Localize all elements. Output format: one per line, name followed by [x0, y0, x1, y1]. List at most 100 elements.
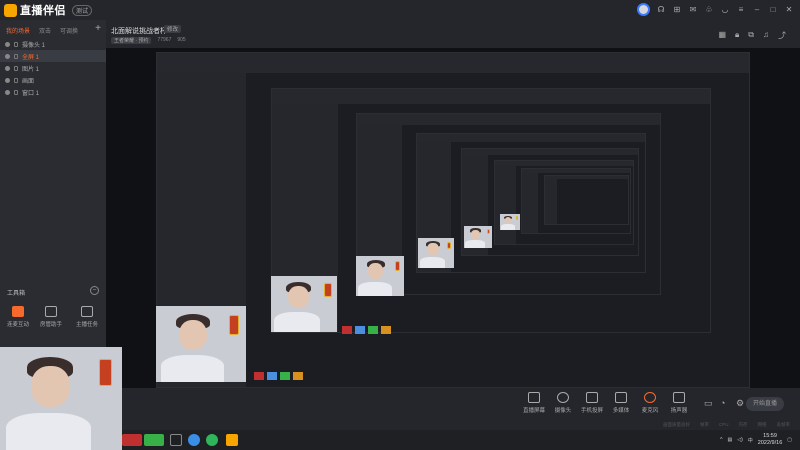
tool-label: 主播任务: [75, 322, 98, 328]
network-icon[interactable]: ▤: [728, 437, 733, 443]
source-label: 摄像头 1: [22, 42, 46, 49]
clock[interactable]: 15:59 2022/9/16: [758, 433, 782, 447]
mail-icon[interactable]: ✉: [688, 5, 698, 15]
ime-icon[interactable]: 中: [748, 437, 753, 444]
source-label: 画面: [22, 78, 35, 85]
screen-capture-button[interactable]: 直播屏幕: [519, 392, 549, 414]
title-bar: 直播伴侣 测试 ☊ ⊞ ✉ ♧ ◡ ≡ – □ ✕: [0, 0, 800, 20]
game-icon[interactable]: [122, 434, 142, 446]
webcam-preview: [156, 306, 246, 382]
live-preview[interactable]: [106, 48, 800, 388]
tool-label: 摄像头: [554, 408, 572, 414]
game-icon-2[interactable]: [144, 434, 164, 446]
source-list: 摄像头 1 全屏 1 图片 1 画面 窗口 1: [0, 38, 106, 98]
volume-icon[interactable]: ◁): [737, 437, 743, 443]
settings-icon[interactable]: ⚙: [736, 398, 744, 409]
headset-icon[interactable]: ☊: [656, 5, 666, 15]
streamer-webcam: [0, 347, 122, 450]
lock-icon[interactable]: 🔒︎: [735, 30, 739, 41]
wifi-icon[interactable]: ◡: [720, 5, 730, 15]
edge-icon[interactable]: [188, 434, 200, 446]
version-badge: 测试: [72, 4, 93, 16]
clock-date: 2022/9/16: [757, 440, 783, 446]
tool-label: 手机投屏: [580, 408, 603, 414]
tool-label: 扬声器: [670, 408, 688, 414]
minimize-icon[interactable]: –: [752, 5, 762, 15]
layout-icon[interactable]: ▦: [718, 30, 726, 41]
eye-icon[interactable]: [5, 65, 10, 71]
gift-icon[interactable]: ⊞: [672, 5, 682, 15]
tool-tasks[interactable]: 主播任务: [72, 306, 102, 328]
tab-scene-2[interactable]: 双击: [39, 26, 51, 35]
app-taskbar-icon[interactable]: [226, 434, 238, 446]
wechat-icon[interactable]: [206, 434, 218, 446]
eye-icon[interactable]: [5, 77, 10, 83]
logo-icon: [4, 3, 17, 17]
microphone-icon: [644, 392, 656, 403]
status-bar: 画面质量良好 帧率 CPU 内存 网络 丢帧率: [663, 422, 790, 428]
settings-icon[interactable]: ≡: [736, 5, 746, 15]
timer-icon[interactable]: ◔: [720, 398, 725, 408]
microphone-button[interactable]: 麦克风: [635, 392, 665, 414]
eye-icon[interactable]: [5, 89, 10, 95]
source-label: 全屏 1: [22, 54, 40, 61]
status-item: 丢帧率: [776, 422, 791, 427]
start-live-button[interactable]: 开始直播: [746, 397, 784, 411]
webcam-preview-nested: [356, 256, 404, 296]
camera-icon: [557, 392, 569, 403]
status-item: 网络: [757, 422, 767, 427]
add-scene-icon[interactable]: +: [95, 23, 101, 34]
tool-room-admin[interactable]: 房管助手: [36, 306, 66, 328]
copy-icon[interactable]: ⧉: [748, 30, 754, 41]
room-title: 北面解说挑战者杯: [111, 28, 167, 35]
media-button[interactable]: 多媒体: [606, 392, 636, 414]
tasks-icon: [81, 306, 93, 317]
phone-cast-button[interactable]: 手机投屏: [577, 392, 607, 414]
nested-window-8: [544, 175, 629, 225]
lock-icon[interactable]: [14, 65, 18, 71]
camera-button[interactable]: 摄像头: [548, 392, 578, 414]
record-icon[interactable]: ▭: [704, 398, 713, 409]
hot-count: 905: [177, 37, 186, 43]
user-avatar[interactable]: [637, 3, 650, 16]
lock-icon[interactable]: [14, 89, 18, 95]
webcam-preview-nested: [464, 226, 492, 248]
scene-tabs: 我的场景 双击 可调换 +: [0, 20, 106, 35]
source-item[interactable]: 窗口 1: [0, 86, 106, 98]
webcam-preview-nested: [500, 214, 520, 230]
source-item[interactable]: 摄像头 1: [0, 38, 106, 50]
toolbox-collapse-icon[interactable]: –: [90, 286, 99, 295]
tool-label: 直播屏幕: [522, 408, 545, 414]
category-tag[interactable]: 王者荣耀 · 预约: [111, 37, 152, 44]
link-mic-icon: [12, 306, 24, 317]
close-icon[interactable]: ✕: [784, 5, 794, 15]
tab-scene-3[interactable]: 可调换: [60, 26, 78, 35]
edit-title-button[interactable]: 修改: [164, 25, 182, 33]
bell-icon[interactable]: ♫: [763, 30, 769, 41]
screen-icon: [528, 392, 540, 403]
lock-icon[interactable]: [14, 77, 18, 83]
task-view-icon[interactable]: [170, 434, 182, 446]
notification-icon[interactable]: ▢: [787, 437, 792, 443]
tool-link-mic[interactable]: 连麦互动: [3, 306, 33, 328]
chevron-up-icon[interactable]: ^: [720, 437, 722, 443]
speaker-button[interactable]: 扬声器: [664, 392, 694, 414]
tool-label: 麦克风: [641, 408, 659, 414]
webcam-preview-nested: [418, 238, 454, 268]
room-meta: 王者荣耀 · 预约 77967 905: [111, 37, 186, 44]
eye-icon[interactable]: [5, 53, 10, 59]
tab-my-scenes[interactable]: 我的场景: [6, 26, 30, 35]
source-item[interactable]: 图片 1: [0, 62, 106, 74]
clock-time: 15:59: [763, 433, 777, 439]
app-logo: 直播伴侣 测试: [4, 2, 93, 18]
lock-icon[interactable]: [14, 41, 18, 47]
share-icon[interactable]: ⤴: [778, 30, 786, 41]
source-item[interactable]: 全屏 1: [0, 50, 106, 62]
eye-icon[interactable]: [5, 41, 10, 47]
shirt-icon[interactable]: ♧: [704, 5, 714, 15]
status-item: 画面质量良好: [662, 422, 690, 427]
source-item[interactable]: 画面: [0, 74, 106, 86]
room-actions: ▦ 🔒︎ ⧉ ♫ ⤴: [718, 30, 786, 41]
lock-icon[interactable]: [14, 53, 18, 59]
maximize-icon[interactable]: □: [768, 5, 778, 15]
